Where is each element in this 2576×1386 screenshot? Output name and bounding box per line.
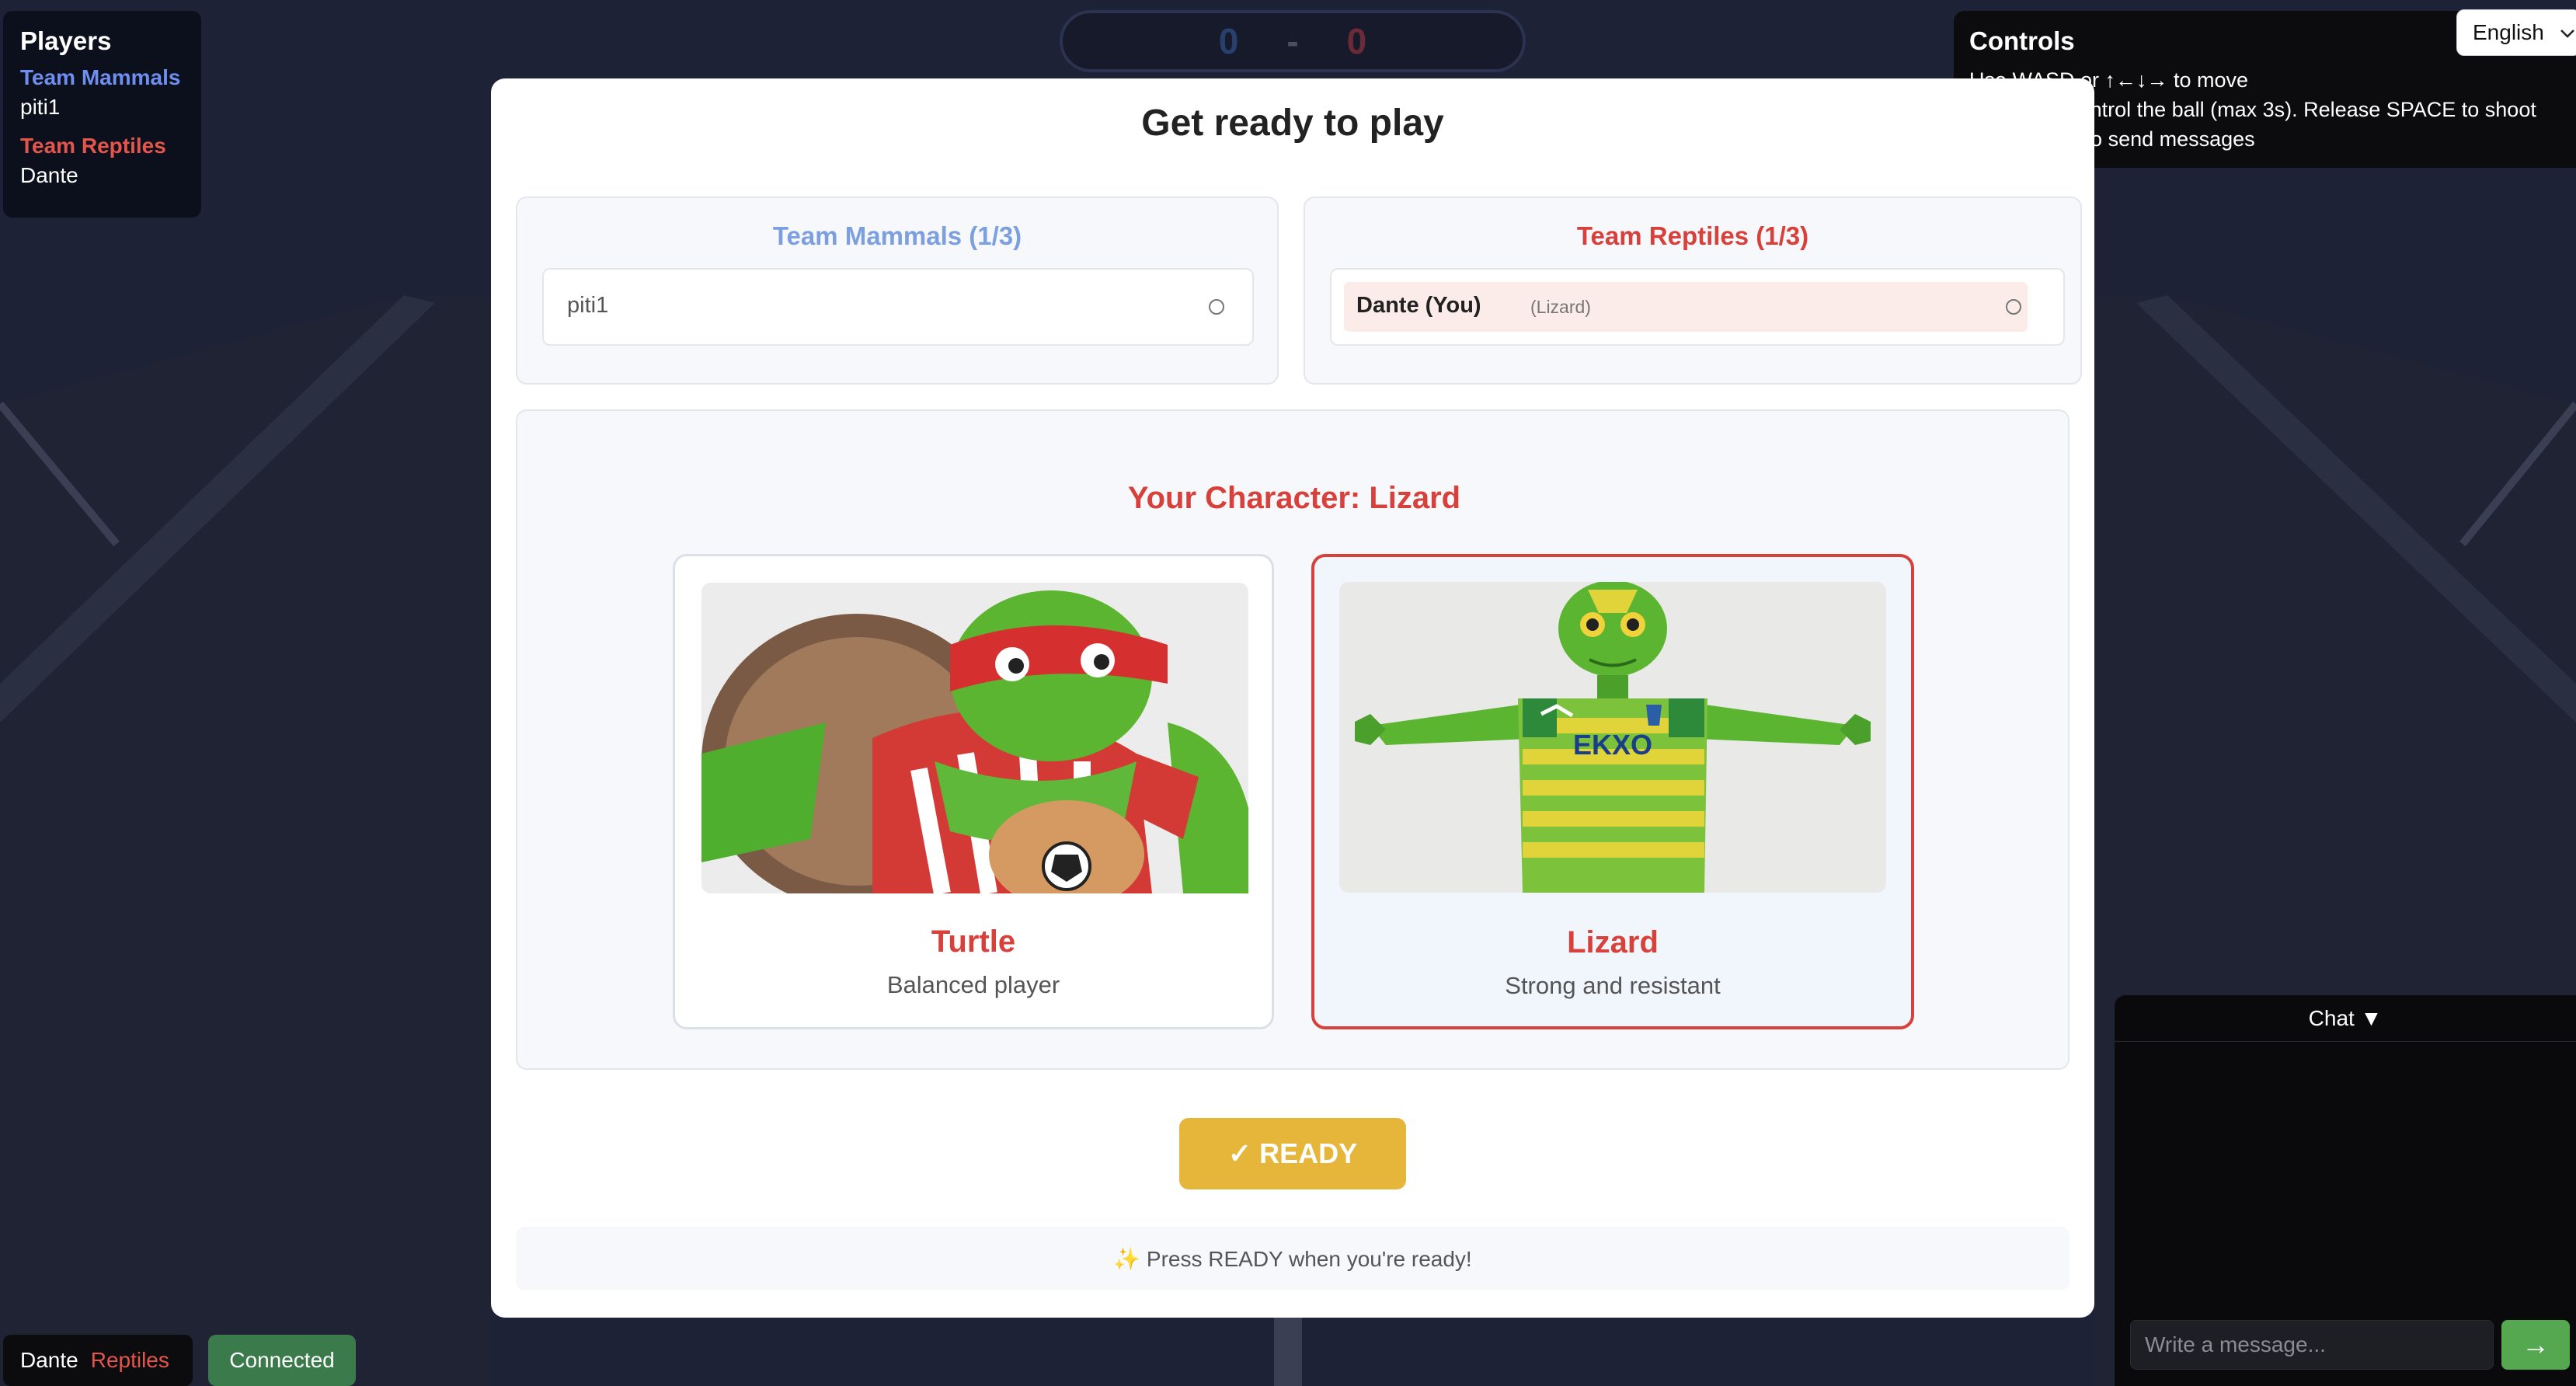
character-card-lizard[interactable]: EKXO Lizard Strong and resistant <box>1311 554 1914 1029</box>
jersey-text: EKXO <box>1573 729 1652 761</box>
players-panel: Players Team Mammals piti1 Team Reptiles… <box>3 11 201 218</box>
character-section: Your Character: Lizard Turtle Balanced p… <box>516 409 2070 1070</box>
language-select[interactable]: English <box>2456 9 2576 56</box>
lizard-portrait: EKXO <box>1339 582 1886 893</box>
team-mammals-label: Team Mammals <box>20 65 181 89</box>
chevron-down-icon <box>2560 30 2574 38</box>
user-name: Dante <box>20 1348 78 1372</box>
team-card-title: Team Reptiles (1/3) <box>1576 221 1809 250</box>
user-team: Reptiles <box>90 1348 169 1372</box>
player-name: Dante (You) <box>1356 293 1481 318</box>
ready-button[interactable]: ✓ READY <box>1179 1118 1406 1189</box>
character-description: Balanced player <box>886 971 1060 998</box>
team-player-row: piti1 <box>542 268 1254 346</box>
player-name: piti1 <box>567 293 609 318</box>
current-user-badge: Dante Reptiles <box>3 1335 193 1386</box>
send-button[interactable]: → <box>2501 1320 2570 1370</box>
ready-hint: ✨ Press READY when you're ready! <box>516 1227 2070 1290</box>
character-heading: Your Character: Lizard <box>1127 481 1461 515</box>
team-player-row: Dante (You) (Lizard) <box>1330 268 2065 346</box>
score-mammals: 0 <box>1218 21 1239 61</box>
ready-status-icon <box>1209 299 1224 315</box>
player-name: Dante <box>20 163 78 187</box>
character-card-turtle[interactable]: Turtle Balanced player <box>673 554 1274 1029</box>
modal-title: Get ready to play <box>1141 103 1444 144</box>
character-description: Strong and resistant <box>1505 972 1721 999</box>
player-character: (Lizard) <box>1530 297 1591 317</box>
scoreboard: 0 - 0 <box>1060 10 1526 72</box>
chat-toggle[interactable]: Chat ▼ <box>2115 995 2576 1042</box>
character-name: Turtle <box>931 925 1016 959</box>
ready-status-icon <box>2006 299 2021 315</box>
player-name: piti1 <box>20 95 61 119</box>
team-reptiles-label: Team Reptiles <box>20 134 166 158</box>
connection-status-badge: Connected <box>208 1335 356 1386</box>
team-card-mammals: Team Mammals (1/3) piti1 <box>516 197 1279 385</box>
score-separator: - <box>1286 21 1299 61</box>
ready-modal: Get ready to play Team Mammals (1/3) pit… <box>491 78 2094 1318</box>
team-card-reptiles: Team Reptiles (1/3) Dante (You) (Lizard) <box>1304 197 2082 385</box>
character-name: Lizard <box>1567 925 1659 959</box>
turtle-portrait <box>701 583 1248 893</box>
team-card-title: Team Mammals (1/3) <box>772 221 1022 250</box>
score-reptiles: 0 <box>1346 21 1367 61</box>
chat-panel: Chat ▼ → <box>2115 995 2576 1386</box>
language-value: English <box>2473 20 2544 44</box>
players-title: Players <box>20 26 112 55</box>
chat-input[interactable] <box>2130 1320 2494 1370</box>
